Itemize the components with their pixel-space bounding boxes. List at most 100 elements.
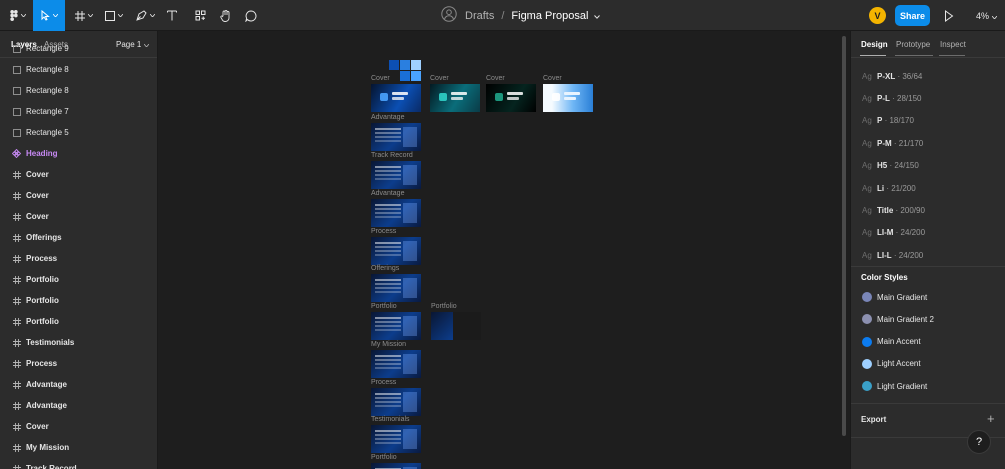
layer-item[interactable]: Rectangle 8	[0, 59, 157, 80]
layer-item[interactable]: Advantage	[0, 395, 157, 416]
frame-thumbnail[interactable]	[371, 425, 421, 453]
frame-label[interactable]: Advantage	[371, 190, 404, 197]
color-style-item[interactable]: Main Gradient 2	[851, 309, 1005, 329]
layer-item[interactable]: Testimonials	[0, 332, 157, 353]
color-style-item[interactable]: Main Gradient	[851, 287, 1005, 307]
present-button[interactable]	[944, 9, 954, 27]
text-tool-button[interactable]	[163, 0, 181, 31]
frame-label[interactable]: Cover	[371, 75, 390, 82]
layer-item[interactable]: Portfolio	[0, 290, 157, 311]
breadcrumb-drafts-link[interactable]: Drafts	[465, 10, 494, 22]
shape-tool-button[interactable]	[102, 0, 126, 31]
frame-thumbnail[interactable]	[371, 199, 421, 227]
layer-item[interactable]: My Mission	[0, 437, 157, 458]
layer-name: My Mission	[26, 443, 70, 452]
text-style-item[interactable]: Ag Title · 200/90	[851, 200, 1005, 220]
frame-thumbnail[interactable]	[371, 350, 421, 378]
share-button[interactable]: Share	[895, 5, 930, 26]
frame-label[interactable]: Advantage	[371, 114, 404, 121]
layer-item[interactable]: Cover	[0, 164, 157, 185]
frame-icon	[12, 212, 21, 221]
text-style-spec: 200/90	[900, 205, 925, 215]
layer-item[interactable]: Heading	[0, 143, 157, 164]
frame-thumbnail[interactable]	[486, 84, 536, 112]
text-style-label: H5 · 24/150	[877, 161, 919, 170]
frame-label[interactable]: Portfolio	[431, 303, 457, 310]
layer-item[interactable]: Portfolio	[0, 269, 157, 290]
text-style-item[interactable]: Ag LI-M · 24/200	[851, 223, 1005, 243]
layer-item[interactable]: Process	[0, 248, 157, 269]
add-export-button[interactable]: +	[987, 411, 995, 426]
text-style-separator: ·	[891, 138, 899, 148]
text-style-item[interactable]: Ag P-L · 28/150	[851, 88, 1005, 108]
zoom-menu[interactable]: 4%	[976, 0, 998, 31]
rectangle-icon	[12, 86, 21, 95]
frame-thumbnail[interactable]	[371, 274, 421, 302]
tab-design[interactable]: Design	[861, 40, 888, 49]
frame-thumbnail[interactable]	[371, 123, 421, 151]
frame-tool-button[interactable]	[72, 0, 96, 31]
frame-thumbnail[interactable]	[431, 312, 481, 340]
text-style-item[interactable]: Ag P-XL · 36/64	[851, 66, 1005, 86]
text-style-item[interactable]: Ag LI-L · 24/200	[851, 245, 1005, 265]
file-title[interactable]: Figma Proposal	[511, 10, 588, 22]
layer-item[interactable]: Cover	[0, 185, 157, 206]
frame-label[interactable]: Process	[371, 228, 396, 235]
move-tool-button[interactable]	[33, 0, 65, 31]
frame-label[interactable]: Cover	[486, 75, 505, 82]
frame-label[interactable]: Track Record	[371, 152, 413, 159]
layer-item[interactable]: Portfolio	[0, 311, 157, 332]
frame-label[interactable]: Cover	[543, 75, 562, 82]
resources-tool-button[interactable]	[191, 0, 209, 31]
user-avatar[interactable]: V	[869, 7, 886, 24]
main-menu-button[interactable]	[4, 0, 32, 31]
comment-tool-button[interactable]	[242, 0, 260, 31]
frame-thumbnail[interactable]	[371, 463, 421, 469]
tab-inspect[interactable]: Inspect	[940, 40, 966, 49]
layer-item[interactable]: Offerings	[0, 227, 157, 248]
layer-item[interactable]: Rectangle 5	[0, 122, 157, 143]
canvas[interactable]: Cover Cover Cover Cover Advantage Track Recor…	[158, 31, 841, 469]
color-style-item[interactable]: Light Accent	[851, 354, 1005, 374]
layer-item[interactable]: Cover	[0, 416, 157, 437]
team-avatar-icon[interactable]	[441, 6, 457, 25]
frame-thumbnail[interactable]	[430, 84, 480, 112]
frame-thumbnail[interactable]	[371, 237, 421, 265]
frame-label[interactable]: Portfolio	[371, 303, 397, 310]
chevron-down-icon[interactable]	[594, 10, 601, 22]
layer-item[interactable]: Rectangle 9	[0, 38, 157, 59]
text-style-spec: 21/170	[898, 138, 924, 148]
layer-item[interactable]: Track Record	[0, 458, 157, 469]
color-style-item[interactable]: Light Gradient	[851, 376, 1005, 396]
frame-thumbnail[interactable]	[371, 84, 421, 112]
layer-item[interactable]: Process	[0, 353, 157, 374]
canvas-scrollbar[interactable]	[842, 36, 846, 436]
text-style-item[interactable]: Ag P-M · 21/170	[851, 133, 1005, 153]
text-style-item[interactable]: Ag Li · 21/200	[851, 178, 1005, 198]
pen-tool-button[interactable]	[133, 0, 157, 31]
text-style-item[interactable]: Ag H5 · 24/150	[851, 156, 1005, 176]
frame-thumbnail[interactable]	[371, 388, 421, 416]
frame-label[interactable]: Process	[371, 379, 396, 386]
color-style-item[interactable]: Main Accent	[851, 332, 1005, 352]
layer-item[interactable]: Advantage	[0, 374, 157, 395]
layer-item[interactable]: Rectangle 7	[0, 101, 157, 122]
layer-item[interactable]: Rectangle 8	[0, 80, 157, 101]
frame-label[interactable]: Cover	[430, 75, 449, 82]
frame-label[interactable]: Testimonials	[371, 416, 410, 423]
frame-label[interactable]: Offerings	[371, 265, 399, 272]
color-swatch	[862, 358, 872, 369]
frame-thumbnail[interactable]	[371, 312, 421, 340]
tab-prototype[interactable]: Prototype	[896, 40, 930, 49]
export-section-title: Export	[861, 415, 887, 424]
frame-label[interactable]: Portfolio	[371, 454, 397, 461]
frame-label[interactable]: My Mission	[371, 341, 406, 348]
layer-item[interactable]: Cover	[0, 206, 157, 227]
text-style-item[interactable]: Ag P · 18/170	[851, 111, 1005, 131]
hand-tool-button[interactable]	[216, 0, 234, 31]
help-button[interactable]: ?	[967, 430, 991, 454]
frame-thumbnail[interactable]	[543, 84, 593, 112]
text-style-icon: Ag	[862, 161, 872, 171]
canvas-logo-group[interactable]	[389, 60, 421, 82]
frame-thumbnail[interactable]	[371, 161, 421, 189]
